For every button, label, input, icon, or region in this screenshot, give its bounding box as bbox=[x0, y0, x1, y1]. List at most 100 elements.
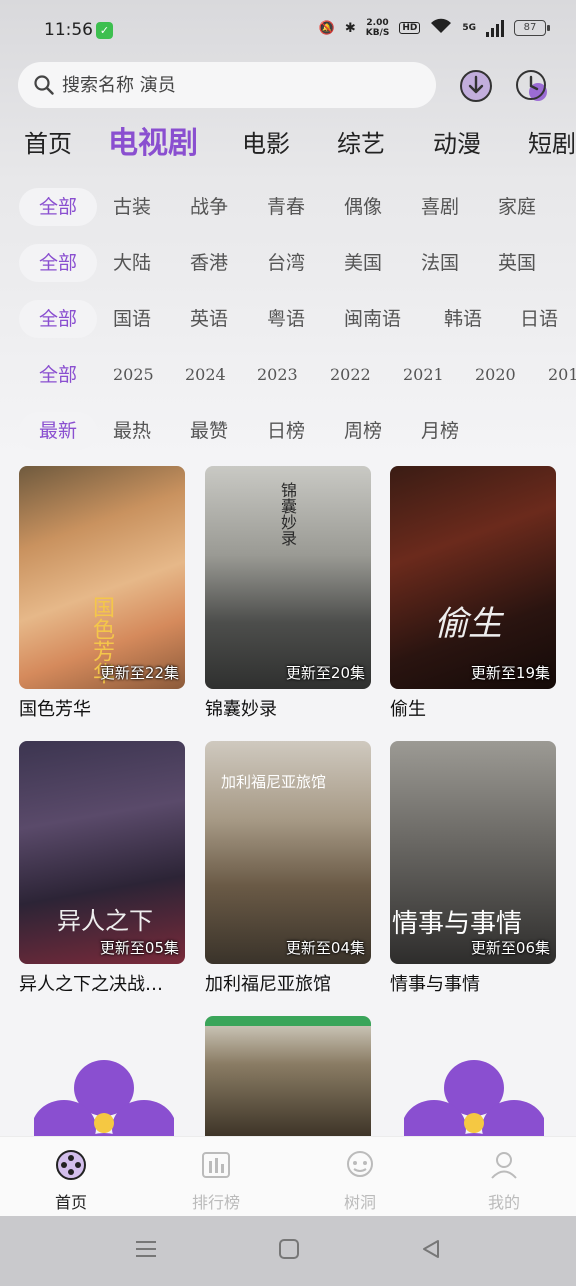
show-card[interactable] bbox=[205, 1016, 371, 1136]
sort-item[interactable]: 最热 bbox=[113, 412, 151, 450]
show-card[interactable]: 锦囊妙录 更新至20集 锦囊妙录 bbox=[205, 466, 371, 721]
filter-language-item[interactable]: 日语 bbox=[520, 300, 558, 338]
filter-language-item[interactable]: 英语 bbox=[190, 300, 228, 338]
tab-home[interactable]: 首页 bbox=[24, 124, 72, 159]
filter-genre-item[interactable]: 喜剧 bbox=[421, 188, 459, 226]
history-icon[interactable] bbox=[514, 68, 550, 104]
nav-treehole[interactable]: 树洞 bbox=[310, 1149, 410, 1213]
filter-year-all[interactable]: 全部 bbox=[19, 356, 97, 394]
filter-region-item[interactable]: 大陆 bbox=[113, 244, 151, 282]
sort-item[interactable]: 日榜 bbox=[267, 412, 305, 450]
filter-genre-all[interactable]: 全部 bbox=[19, 188, 97, 226]
sort-latest[interactable]: 最新 bbox=[19, 412, 97, 450]
status-bar: 11:56 ✓ 🔕 ✱ 2.00 KB/S HD 5G 87 bbox=[0, 0, 576, 60]
filter-language-item[interactable]: 粤语 bbox=[267, 300, 305, 338]
show-card[interactable]: 加利福尼亚旅馆 更新至04集 加利福尼亚旅馆 bbox=[205, 741, 371, 996]
tab-anime[interactable]: 动漫 bbox=[433, 124, 481, 159]
filter-year-item[interactable]: 2021 bbox=[403, 356, 444, 394]
gamepad-icon bbox=[56, 1150, 86, 1180]
network-speed: 2.00 KB/S bbox=[366, 18, 390, 38]
show-card[interactable]: 国色芳华 更新至22集 国色芳华 bbox=[19, 466, 185, 721]
filter-row-sort: 最新 最热 最赞 日榜 周榜 月榜 bbox=[0, 406, 576, 450]
tab-short-drama[interactable]: 短剧 bbox=[528, 124, 576, 159]
update-badge: 更新至20集 bbox=[285, 664, 365, 682]
show-poster[interactable]: 偷生 更新至19集 bbox=[390, 466, 556, 689]
filter-language-all[interactable]: 全部 bbox=[19, 300, 97, 338]
filter-genre-item[interactable]: 古装 bbox=[113, 188, 151, 226]
show-card[interactable]: 情事与事情 更新至06集 情事与事情 bbox=[390, 741, 556, 996]
network-speed-value: 2.00 bbox=[366, 18, 389, 28]
show-card[interactable]: 异人之下 更新至05集 异人之下之决战… bbox=[19, 741, 185, 996]
filter-region-item[interactable]: 台湾 bbox=[267, 244, 305, 282]
filter-year-item[interactable]: 2023 bbox=[257, 356, 298, 394]
sort-item[interactable]: 周榜 bbox=[344, 412, 382, 450]
show-poster[interactable]: 异人之下 更新至05集 bbox=[19, 741, 185, 964]
show-poster[interactable]: 国色芳华 更新至22集 bbox=[19, 466, 185, 689]
nav-home[interactable]: 首页 bbox=[21, 1149, 121, 1213]
show-card[interactable]: 偷生 更新至19集 偷生 bbox=[390, 466, 556, 721]
filter-genre-item[interactable]: 家庭 bbox=[498, 188, 536, 226]
show-title[interactable]: 加利福尼亚旅馆 bbox=[205, 970, 371, 996]
show-poster[interactable]: 情事与事情 更新至06集 bbox=[390, 741, 556, 964]
filter-row-language: 全部 国语 英语 粤语 闽南语 韩语 日语 bbox=[0, 294, 576, 338]
poster-title-art: 情事与事情 bbox=[392, 909, 523, 939]
status-time: 11:56 bbox=[44, 20, 93, 40]
filter-year-item[interactable]: 2019 bbox=[548, 356, 576, 394]
filter-region-item[interactable]: 法国 bbox=[421, 244, 459, 282]
tab-tv-series[interactable]: 电视剧 bbox=[108, 118, 198, 162]
filter-region-item[interactable]: 英国 bbox=[498, 244, 536, 282]
nav-profile[interactable]: 我的 bbox=[454, 1149, 554, 1213]
hd-badge: HD bbox=[399, 22, 421, 34]
filter-genre-item[interactable]: 战争 bbox=[190, 188, 228, 226]
search-input[interactable] bbox=[62, 74, 402, 96]
bluetooth-icon: ✱ bbox=[344, 20, 356, 36]
filter-language-item[interactable]: 国语 bbox=[113, 300, 151, 338]
update-badge: 更新至05集 bbox=[99, 939, 179, 957]
filter-language-item[interactable]: 韩语 bbox=[444, 300, 482, 338]
poster-title-art: 加利福尼亚旅馆 bbox=[221, 773, 327, 791]
tab-variety[interactable]: 综艺 bbox=[337, 124, 385, 159]
show-title[interactable]: 偷生 bbox=[390, 695, 556, 721]
filter-year-item[interactable]: 2022 bbox=[330, 356, 371, 394]
update-badge: 更新至22集 bbox=[99, 664, 179, 682]
chat-bubble-icon bbox=[347, 1151, 373, 1177]
net-type: 5G bbox=[462, 23, 476, 33]
filter-year-item[interactable]: 2020 bbox=[475, 356, 516, 394]
sort-item[interactable]: 月榜 bbox=[421, 412, 459, 450]
show-poster[interactable] bbox=[205, 1016, 371, 1136]
ranking-icon bbox=[202, 1152, 230, 1178]
back-icon[interactable] bbox=[420, 1238, 442, 1260]
system-navigation-bar bbox=[0, 1216, 576, 1286]
filter-genre-item[interactable]: 偶像 bbox=[344, 188, 382, 226]
filter-region-item[interactable]: 美国 bbox=[344, 244, 382, 282]
show-title[interactable]: 异人之下之决战… bbox=[19, 970, 185, 996]
filter-year-item[interactable]: 2024 bbox=[185, 356, 226, 394]
show-poster[interactable]: 加利福尼亚旅馆 更新至04集 bbox=[205, 741, 371, 964]
bottom-navigation: 首页 排行榜 树洞 我的 bbox=[0, 1136, 576, 1216]
poster-title-art: 锦囊妙录 bbox=[278, 482, 297, 546]
filter-language-item[interactable]: 闽南语 bbox=[344, 300, 401, 338]
filter-row-year: 全部 2025 2024 2023 2022 2021 2020 2019 bbox=[0, 350, 576, 394]
show-title[interactable]: 锦囊妙录 bbox=[205, 695, 371, 721]
profile-icon bbox=[491, 1152, 517, 1179]
network-speed-unit: KB/S bbox=[365, 28, 390, 38]
tab-movies[interactable]: 电影 bbox=[242, 124, 290, 159]
show-title[interactable]: 国色芳华 bbox=[19, 695, 185, 721]
search-bar[interactable] bbox=[18, 62, 436, 108]
update-badge: 更新至19集 bbox=[470, 664, 550, 682]
show-title[interactable]: 情事与事情 bbox=[390, 970, 556, 996]
filter-region-item[interactable]: 香港 bbox=[190, 244, 228, 282]
update-badge: 更新至04集 bbox=[285, 939, 365, 957]
filter-region-all[interactable]: 全部 bbox=[19, 244, 97, 282]
home-icon[interactable] bbox=[278, 1238, 300, 1260]
filter-row-genre: 全部 古装 战争 青春 偶像 喜剧 家庭 bbox=[0, 182, 576, 226]
sort-item[interactable]: 最赞 bbox=[190, 412, 228, 450]
menu-icon[interactable] bbox=[134, 1238, 158, 1260]
download-icon[interactable] bbox=[458, 68, 494, 104]
nav-ranking[interactable]: 排行榜 bbox=[166, 1149, 266, 1213]
filter-year-item[interactable]: 2025 bbox=[113, 356, 154, 394]
filter-genre-item[interactable]: 青春 bbox=[267, 188, 305, 226]
show-poster[interactable]: 锦囊妙录 更新至20集 bbox=[205, 466, 371, 689]
battery-icon: 87 bbox=[514, 20, 550, 36]
nav-label: 首页 bbox=[54, 1193, 87, 1212]
